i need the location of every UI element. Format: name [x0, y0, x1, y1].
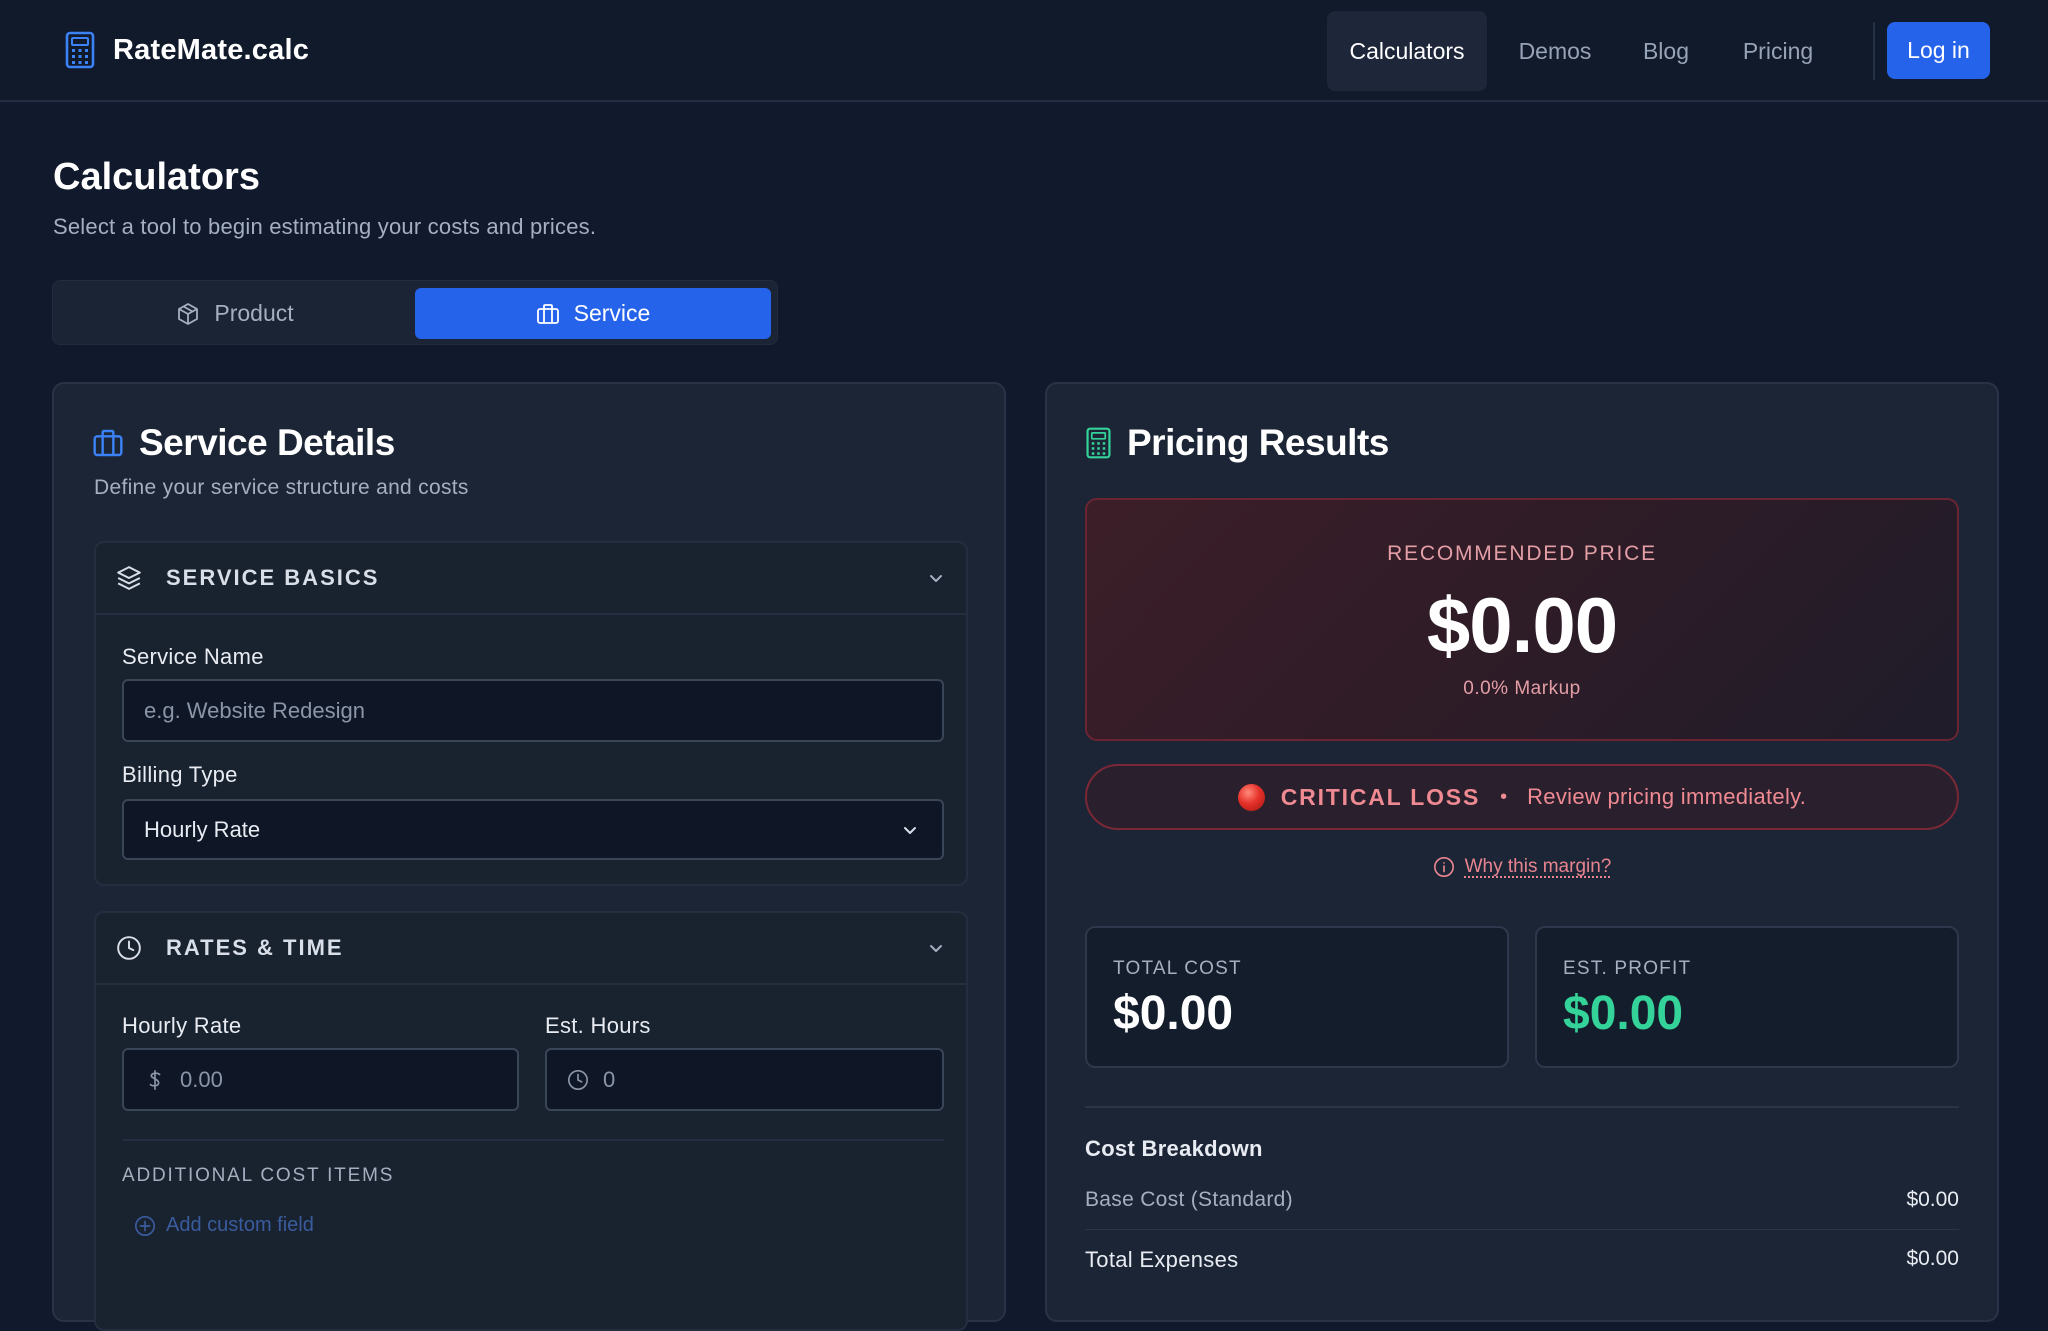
breakdown-value: $0.00 [1906, 1188, 1959, 1211]
hourly-rate-label: Hourly Rate [122, 1013, 242, 1038]
dollar-icon [149, 1069, 161, 1090]
service-details-subtitle: Define your service structure and costs [94, 476, 469, 499]
pricing-results-title: Pricing Results [1127, 422, 1389, 463]
est-profit-label: EST. PROFIT [1563, 958, 1692, 979]
tab-product-label: Product [214, 300, 294, 326]
login-button[interactable]: Log in [1887, 22, 1990, 79]
additional-cost-caption: ADDITIONAL COST ITEMS [122, 1165, 395, 1186]
page-subtitle: Select a tool to begin estimating your c… [53, 214, 597, 239]
nav-demos[interactable]: Demos [1500, 11, 1610, 91]
section-divider [122, 1139, 944, 1141]
briefcase-icon [93, 429, 123, 457]
chevron-down-icon[interactable] [926, 569, 946, 589]
clock-icon [568, 1069, 588, 1090]
service-details-title: Service Details [139, 422, 395, 463]
pricing-results-card: Pricing Results RECOMMENDED PRICE $0.00 … [1045, 382, 1999, 1322]
brand-logo[interactable]: RateMate.calc [64, 31, 309, 69]
why-margin-link[interactable]: Why this margin? [1047, 856, 1997, 878]
layers-icon [117, 566, 141, 590]
nav-divider [1873, 22, 1875, 80]
total-cost-label: TOTAL COST [1113, 958, 1242, 979]
rates-time-heading: RATES & TIME [166, 935, 344, 960]
rates-time-section: RATES & TIME Hourly Rate 0.00 Est. Hours… [94, 911, 968, 1331]
service-details-card: Service Details Define your service stru… [52, 382, 1006, 1331]
nav-calculators[interactable]: Calculators [1327, 11, 1487, 91]
total-cost-stat: TOTAL COST $0.00 [1085, 926, 1509, 1068]
recommended-price-value: $0.00 [1426, 581, 1618, 669]
chevron-down-icon [904, 827, 916, 834]
recommended-price-label: RECOMMENDED PRICE [1387, 542, 1657, 565]
why-margin-label: Why this margin? [1464, 856, 1612, 877]
nav-blog[interactable]: Blog [1622, 11, 1710, 91]
breakdown-label: Base Cost (Standard) [1085, 1188, 1293, 1211]
service-basics-section: SERVICE BASICS Service Name e.g. Website… [94, 541, 968, 886]
breakdown-total-row: Total Expenses $0.00 [1085, 1247, 1959, 1273]
rates-time-header[interactable]: RATES & TIME [96, 913, 966, 985]
billing-type-value: Hourly Rate [144, 816, 261, 842]
service-details-heading: Service Details [92, 422, 395, 464]
brand-name: RateMate.calc [113, 33, 310, 66]
plus-circle-icon [135, 1215, 155, 1236]
pricing-results-heading: Pricing Results [1085, 422, 1389, 464]
nav-pricing[interactable]: Pricing [1728, 11, 1828, 91]
calculator-icon [1086, 427, 1111, 459]
box-icon [178, 302, 199, 325]
chevron-down-icon[interactable] [926, 939, 946, 959]
info-icon [1433, 857, 1454, 877]
page-title: Calculators [53, 156, 260, 198]
billing-type-label: Billing Type [122, 762, 238, 787]
billing-type-select[interactable]: Hourly Rate [122, 799, 944, 860]
top-navbar: RateMate.calc Calculators Demos Blog Pri… [0, 0, 2048, 102]
breakdown-row-divider [1085, 1229, 1959, 1230]
total-cost-value: $0.00 [1113, 987, 1234, 1040]
tab-service[interactable]: Service [415, 288, 771, 339]
est-profit-stat: EST. PROFIT $0.00 [1535, 926, 1959, 1068]
briefcase-icon [536, 303, 559, 324]
service-name-placeholder: e.g. Website Redesign [144, 697, 365, 723]
recommended-price-box: RECOMMENDED PRICE $0.00 0.0% Markup [1085, 498, 1959, 741]
service-name-label: Service Name [122, 644, 264, 669]
est-hours-value: 0 [603, 1066, 616, 1092]
service-basics-heading: SERVICE BASICS [166, 565, 380, 590]
service-name-input[interactable]: e.g. Website Redesign [122, 679, 944, 742]
markup-value: 0.0% Markup [1463, 678, 1581, 699]
bullet-separator: • [1500, 785, 1508, 808]
critical-loss-alert: CRITICAL LOSS • Review pricing immediate… [1085, 764, 1959, 830]
add-custom-field-label: Add custom field [166, 1214, 314, 1236]
est-hours-label: Est. Hours [545, 1013, 651, 1038]
breakdown-divider [1085, 1106, 1959, 1108]
add-custom-field-link[interactable]: Add custom field [134, 1214, 314, 1237]
calculator-tabs: Product Service [52, 280, 778, 345]
alert-message: Review pricing immediately. [1527, 784, 1807, 809]
hourly-rate-input[interactable]: 0.00 [122, 1048, 519, 1111]
service-basics-header[interactable]: SERVICE BASICS [96, 543, 966, 615]
tab-service-label: Service [573, 300, 651, 326]
cost-breakdown-title: Cost Breakdown [1085, 1136, 1263, 1161]
alert-status: CRITICAL LOSS [1280, 783, 1481, 810]
est-hours-input[interactable]: 0 [545, 1048, 944, 1111]
est-profit-value: $0.00 [1563, 987, 1684, 1040]
breakdown-total-label: Total Expenses [1085, 1247, 1239, 1272]
tab-product[interactable]: Product [59, 288, 411, 339]
calculator-icon [65, 31, 95, 69]
red-circle-icon [1237, 783, 1265, 811]
clock-icon [117, 936, 141, 960]
hourly-rate-value: 0.00 [180, 1066, 223, 1092]
breakdown-row: Base Cost (Standard) $0.00 [1085, 1188, 1959, 1212]
breakdown-total-value: $0.00 [1906, 1247, 1959, 1270]
